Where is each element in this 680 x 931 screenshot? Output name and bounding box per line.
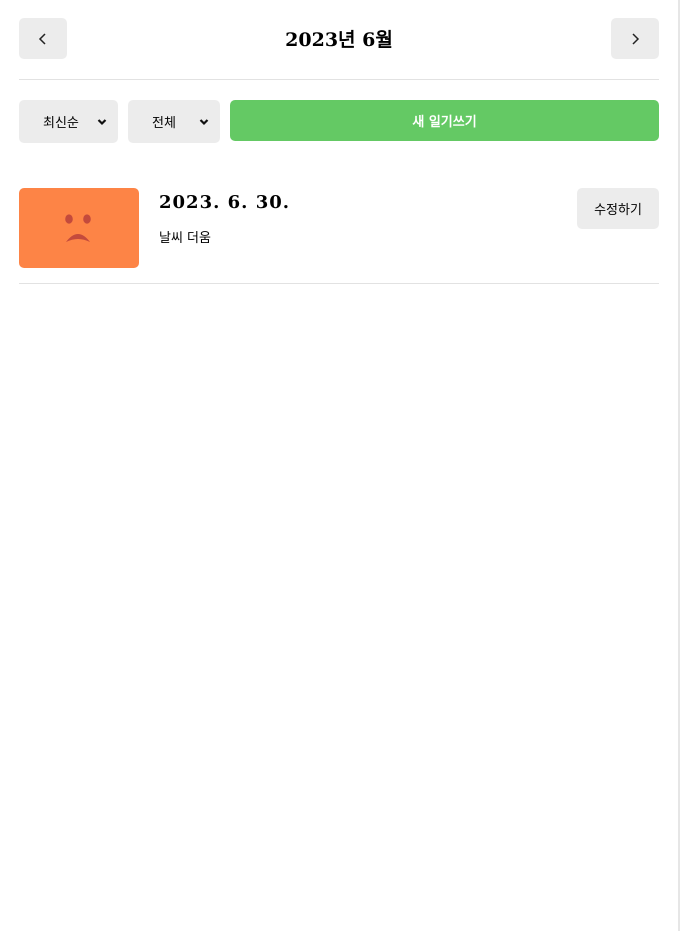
list-item: 2023. 6. 30. 날씨 더움 수정하기 [19,188,659,284]
sort-select-value: 최신순 [43,116,79,131]
month-header: 2023년 6월 [19,0,659,80]
chevron-right-icon [632,32,640,45]
chevron-down-icon [199,118,209,125]
diary-content-preview: 날씨 더움 [159,231,211,246]
month-title: 2023년 6월 [285,29,393,51]
emotion-filter-select[interactable]: 전체 [128,100,220,143]
sort-select[interactable]: 최신순 [19,100,118,143]
emotion-image[interactable] [19,188,139,268]
chevron-left-icon [38,32,46,45]
prev-month-button[interactable] [19,18,67,59]
filter-select-value: 전체 [152,116,176,131]
diary-date: 2023. 6. 30. [159,192,291,213]
sad-face-icon [65,214,91,242]
edit-button[interactable]: 수정하기 [577,188,659,229]
diary-info[interactable]: 2023. 6. 30. 날씨 더움 [159,192,290,246]
diary-app: 2023년 6월 최신순 전체 새 일기쓰기 2023. 6. 30. 날씨 더… [19,0,659,284]
new-diary-button[interactable]: 새 일기쓰기 [230,100,659,141]
list-controls: 최신순 전체 새 일기쓰기 [19,100,659,143]
chevron-down-icon [97,118,107,125]
diary-list: 2023. 6. 30. 날씨 더움 수정하기 [19,188,659,284]
next-month-button[interactable] [611,18,659,59]
